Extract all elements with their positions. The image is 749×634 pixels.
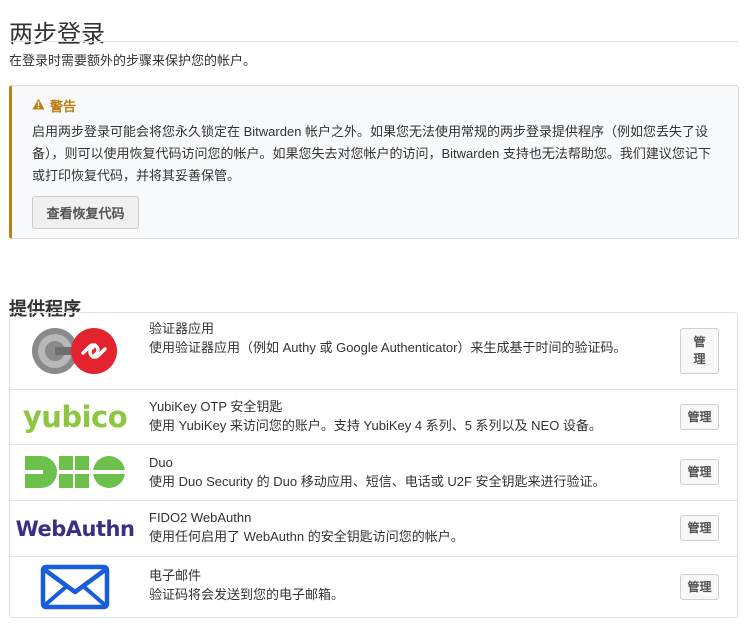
provider-row-webauthn: WebAuthn FIDO2 WebAuthn 使用任何启用了 WebAuthn…	[10, 501, 737, 557]
provider-name: 验证器应用	[149, 321, 215, 336]
provider-info: 电子邮件 验证码将会发送到您的电子邮箱。	[149, 566, 659, 604]
provider-description: 使用任何启用了 WebAuthn 的安全钥匙访问您的帐户。	[149, 529, 464, 544]
provider-name: Duo	[149, 455, 173, 470]
warning-heading-text: 警告	[50, 99, 77, 114]
manage-email-button[interactable]: 管理	[680, 574, 719, 600]
yubico-logo: yubico	[10, 390, 140, 444]
provider-info: YubiKey OTP 安全钥匙 使用 YubiKey 来访问您的账户。支持 Y…	[149, 397, 659, 435]
view-recovery-code-button[interactable]: 查看恢复代码	[32, 196, 139, 229]
provider-row-authenticator: 验证器应用 使用验证器应用（例如 Authy 或 Google Authenti…	[10, 313, 737, 390]
provider-info: Duo 使用 Duo Security 的 Duo 移动应用、短信、电话或 U2…	[149, 453, 659, 491]
title-divider	[9, 41, 739, 42]
manage-authenticator-button[interactable]: 管理	[680, 328, 719, 374]
manage-duo-button[interactable]: 管理	[680, 459, 719, 485]
page-title: 两步登录	[9, 21, 105, 49]
provider-description: 验证码将会发送到您的电子邮箱。	[149, 587, 345, 602]
provider-row-yubikey: yubico YubiKey OTP 安全钥匙 使用 YubiKey 来访问您的…	[10, 390, 737, 445]
provider-info: FIDO2 WebAuthn 使用任何启用了 WebAuthn 的安全钥匙访问您…	[149, 508, 659, 546]
authenticator-app-logo	[10, 313, 140, 389]
provider-description: 使用 Duo Security 的 Duo 移动应用、短信、电话或 U2F 安全…	[149, 474, 606, 489]
provider-name: 电子邮件	[149, 568, 202, 583]
provider-info: 验证器应用 使用验证器应用（例如 Authy 或 Google Authenti…	[149, 319, 659, 357]
warning-heading: 警告	[32, 96, 76, 115]
provider-description: 使用验证器应用（例如 Authy 或 Google Authenticator）…	[149, 340, 627, 355]
warning-triangle-icon	[32, 98, 45, 113]
provider-row-email: 电子邮件 验证码将会发送到您的电子邮箱。 管理	[10, 557, 737, 617]
providers-list: 验证器应用 使用验证器应用（例如 Authy 或 Google Authenti…	[9, 312, 738, 618]
email-envelope-logo	[10, 557, 140, 617]
webauthn-logo-text: WebAuthn	[15, 516, 135, 541]
webauthn-logo: WebAuthn	[10, 501, 140, 556]
provider-description: 使用 YubiKey 来访问您的账户。支持 YubiKey 4 系列、5 系列以…	[149, 418, 602, 433]
manage-yubikey-button[interactable]: 管理	[680, 404, 719, 430]
warning-body: 启用两步登录可能会将您永久锁定在 Bitwarden 帐户之外。如果您无法使用常…	[32, 124, 711, 183]
provider-row-duo: Duo 使用 Duo Security 的 Duo 移动应用、短信、电话或 U2…	[10, 445, 737, 501]
provider-name: FIDO2 WebAuthn	[149, 510, 252, 525]
yubico-logo-text: yubico	[22, 400, 128, 434]
manage-webauthn-button[interactable]: 管理	[680, 515, 719, 541]
provider-name: YubiKey OTP 安全钥匙	[149, 399, 283, 414]
page-intro: 在登录时需要额外的步骤来保护您的帐户。	[9, 53, 257, 68]
duo-logo	[10, 445, 140, 500]
warning-callout: 警告 启用两步登录可能会将您永久锁定在 Bitwarden 帐户之外。如果您无法…	[9, 85, 739, 239]
